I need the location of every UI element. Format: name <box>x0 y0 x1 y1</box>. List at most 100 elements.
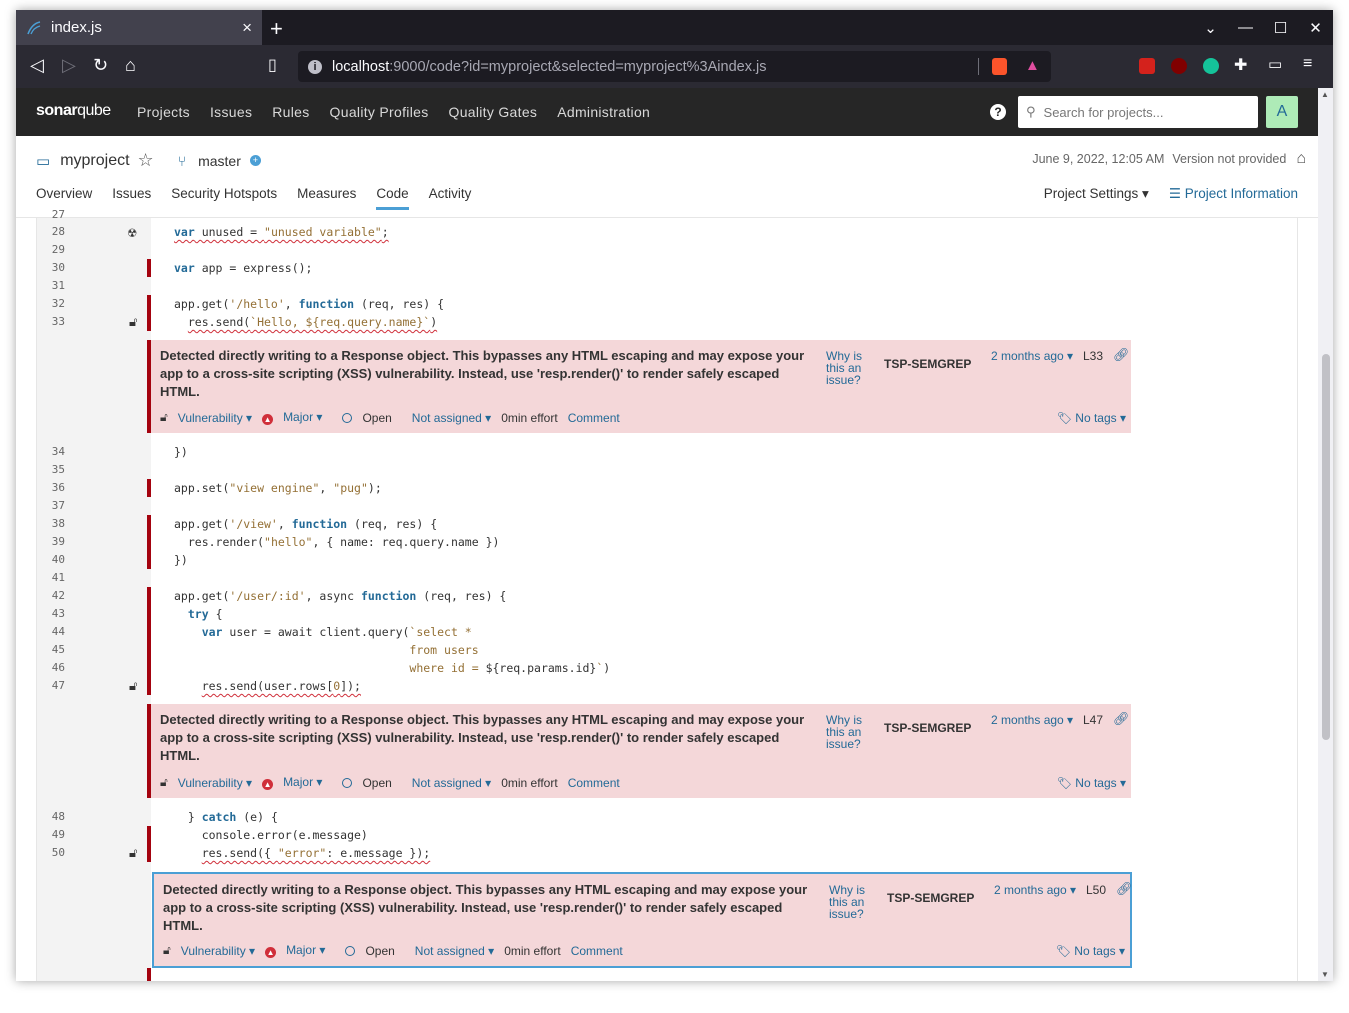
tab-issues[interactable]: Issues <box>112 186 151 210</box>
line-number[interactable]: 49 <box>37 826 65 844</box>
line-number[interactable]: 36 <box>37 479 65 497</box>
maximize-icon[interactable]: ☐ <box>1263 19 1298 37</box>
comment-link[interactable]: Comment <box>568 411 620 425</box>
issue-type[interactable]: Vulnerability ▾ <box>181 944 255 958</box>
issue-severity[interactable]: ▲ Major ▾ <box>262 775 332 790</box>
issue-severity[interactable]: ▲ Major ▾ <box>265 943 335 958</box>
home-page-icon[interactable]: ⌂ <box>1296 150 1306 168</box>
sonarqube-logo[interactable]: sonarqube <box>36 102 111 120</box>
extensions-puzzle-icon[interactable]: ✚ <box>1234 55 1247 75</box>
page-scrollbar[interactable]: ▲ ▼ <box>1318 88 1333 981</box>
line-number[interactable]: 43 <box>37 605 65 623</box>
issue-date[interactable]: 2 months ago ▾ <box>991 349 1073 363</box>
line-number[interactable]: 50 <box>37 844 65 862</box>
project-information-button[interactable]: ☰ Project Information <box>1169 186 1298 202</box>
issue-status[interactable]: Open <box>345 944 404 958</box>
why-is-this-an-issue-link[interactable]: Why is this an issue? <box>826 714 876 750</box>
line-number[interactable]: 35 <box>37 461 65 479</box>
issue-box[interactable]: Detected directly writing to a Response … <box>147 340 1131 433</box>
line-number[interactable]: 42 <box>37 587 65 605</box>
wallet-icon[interactable]: ▭ <box>1268 55 1282 73</box>
line-number[interactable]: 28 <box>37 223 65 241</box>
vulnerability-lock-icon[interactable]: 🔓︎ <box>129 845 137 863</box>
line-number[interactable]: 29 <box>37 241 65 259</box>
tab-measures[interactable]: Measures <box>297 186 356 210</box>
line-number[interactable]: 45 <box>37 641 65 659</box>
line-number[interactable]: 44 <box>37 623 65 641</box>
project-settings-button[interactable]: Project Settings ▾ <box>1044 186 1149 202</box>
permalink-icon[interactable]: 🔗︎ <box>1113 711 1130 727</box>
close-window-icon[interactable]: ✕ <box>1298 19 1333 37</box>
tab-security-hotspots[interactable]: Security Hotspots <box>171 186 277 210</box>
line-number[interactable]: 39 <box>37 533 65 551</box>
bookmark-icon[interactable]: ▯ <box>268 55 277 75</box>
issue-status[interactable]: Open <box>342 776 401 790</box>
tab-list-icon[interactable]: ⌄ <box>1193 19 1228 37</box>
issue-type[interactable]: Vulnerability ▾ <box>178 411 252 425</box>
menu-icon[interactable]: ≡ <box>1303 55 1312 73</box>
line-number[interactable]: 46 <box>37 659 65 677</box>
issue-assignee[interactable]: Not assigned ▾ <box>412 411 491 425</box>
permalink-icon[interactable]: 🔗︎ <box>1113 347 1130 363</box>
issue-assignee[interactable]: Not assigned ▾ <box>412 776 491 790</box>
new-tab-button[interactable]: + <box>270 16 283 42</box>
line-number[interactable]: 30 <box>37 259 65 277</box>
nav-projects[interactable]: Projects <box>137 104 190 120</box>
issue-assignee[interactable]: Not assigned ▾ <box>415 944 494 958</box>
branch-add-icon[interactable]: + <box>249 155 261 166</box>
issue-tags[interactable]: 🏷︎ No tags ▾ <box>1056 944 1125 958</box>
forward-icon[interactable]: ▷ <box>62 55 76 76</box>
vulnerability-lock-icon[interactable]: 🔓︎ <box>129 314 137 332</box>
issue-severity[interactable]: ▲ Major ▾ <box>262 410 332 425</box>
grammarly-icon[interactable] <box>1203 58 1219 74</box>
issue-message[interactable]: Detected directly writing to a Response … <box>160 347 820 401</box>
line-number[interactable]: 48 <box>37 808 65 826</box>
scroll-up-icon[interactable]: ▲ <box>1321 90 1329 99</box>
reload-icon[interactable]: ↻ <box>93 55 108 76</box>
comment-link[interactable]: Comment <box>571 944 623 958</box>
home-icon[interactable]: ⌂ <box>125 55 136 76</box>
nav-quality-profiles[interactable]: Quality Profiles <box>330 104 429 120</box>
browser-tab[interactable]: index.js × <box>16 10 262 45</box>
nav-quality-gates[interactable]: Quality Gates <box>449 104 538 120</box>
line-number[interactable]: 37 <box>37 497 65 515</box>
issue-date[interactable]: 2 months ago ▾ <box>994 883 1076 897</box>
branch-name[interactable]: master <box>198 153 241 169</box>
issue-status[interactable]: Open <box>342 411 401 425</box>
help-icon[interactable]: ? <box>990 104 1006 120</box>
line-number[interactable]: 27 <box>37 206 65 224</box>
issue-message[interactable]: Detected directly writing to a Response … <box>160 711 820 765</box>
scrollbar-thumb[interactable] <box>1322 354 1330 740</box>
extension-icon[interactable] <box>1139 58 1155 74</box>
issue-box-selected[interactable]: Detected directly writing to a Response … <box>152 872 1133 968</box>
why-is-this-an-issue-link[interactable]: Why is this an issue? <box>826 350 876 386</box>
issue-type[interactable]: Vulnerability ▾ <box>178 776 252 790</box>
site-info-icon[interactable]: i <box>308 59 322 74</box>
line-number[interactable]: 32 <box>37 295 65 313</box>
line-number[interactable]: 38 <box>37 515 65 533</box>
line-number[interactable]: 33 <box>37 313 65 331</box>
project-search-input[interactable]: ⚲ Search for projects... <box>1018 96 1258 128</box>
brave-shield-icon[interactable] <box>992 58 1007 75</box>
address-bar[interactable]: i localhost:9000/code?id=myproject&selec… <box>298 51 1051 82</box>
project-name[interactable]: myproject <box>60 152 129 170</box>
line-number[interactable]: 47 <box>37 677 65 695</box>
nav-rules[interactable]: Rules <box>272 104 309 120</box>
nav-issues[interactable]: Issues <box>210 104 252 120</box>
line-number[interactable]: 41 <box>37 569 65 587</box>
ublock-icon[interactable] <box>1171 58 1187 74</box>
line-number[interactable]: 31 <box>37 277 65 295</box>
back-icon[interactable]: ◁ <box>30 55 44 76</box>
issue-tags[interactable]: 🏷︎ No tags ▾ <box>1057 776 1126 790</box>
line-number[interactable]: 34 <box>37 443 65 461</box>
tab-code[interactable]: Code <box>376 186 409 210</box>
close-tab-icon[interactable]: × <box>242 18 252 38</box>
tab-activity[interactable]: Activity <box>429 186 472 210</box>
issue-tags[interactable]: 🏷︎ No tags ▾ <box>1057 411 1126 425</box>
avatar[interactable]: A <box>1266 96 1298 128</box>
permalink-icon[interactable]: 🔗︎ <box>1116 881 1133 897</box>
line-number[interactable]: 40 <box>37 551 65 569</box>
issue-date[interactable]: 2 months ago ▾ <box>991 713 1073 727</box>
vulnerability-lock-icon[interactable]: 🔓︎ <box>129 678 137 696</box>
comment-link[interactable]: Comment <box>568 776 620 790</box>
